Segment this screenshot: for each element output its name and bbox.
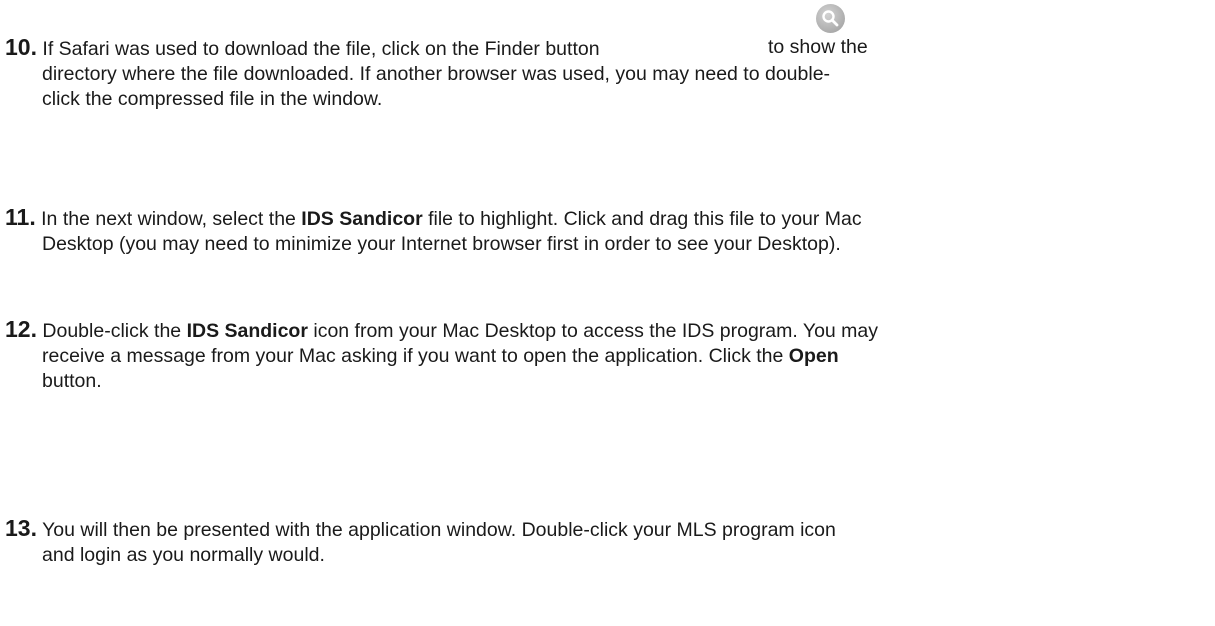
bold-term: IDS Sandicor bbox=[186, 320, 308, 342]
step-11-line-1: 11. In the next window, select the IDS S… bbox=[5, 205, 1205, 232]
step-number: 13. bbox=[5, 515, 37, 541]
bold-term: IDS Sandicor bbox=[301, 208, 423, 230]
step-10-line-1: 10. If Safari was used to download the f… bbox=[5, 35, 1205, 62]
step-11-line-2: Desktop (you may need to minimize your I… bbox=[42, 233, 841, 255]
step-10: 10. If Safari was used to download the f… bbox=[5, 35, 1205, 112]
step-12-line-2: receive a message from your Mac asking i… bbox=[5, 344, 1205, 369]
step-text: If Safari was used to download the file,… bbox=[42, 38, 600, 60]
step-13-line-1: 13. You will then be presented with the … bbox=[5, 516, 1205, 543]
step-text: icon from your Mac Desktop to access the… bbox=[307, 320, 879, 342]
step-number: 11. bbox=[5, 204, 36, 230]
step-text: You will then be presented with the appl… bbox=[42, 519, 836, 541]
magnifier-icon bbox=[816, 4, 845, 33]
step-10-line-2: directory where the file downloaded. If … bbox=[42, 63, 831, 85]
step-number: 12. bbox=[5, 316, 37, 342]
step-13-line-2: and login as you normally would. bbox=[42, 544, 325, 566]
step-text: receive a message from your Mac asking i… bbox=[42, 345, 789, 367]
step-13: 13. You will then be presented with the … bbox=[5, 516, 1205, 568]
step-10-line-1-tail: to show the bbox=[768, 36, 868, 58]
step-number: 10. bbox=[5, 34, 37, 60]
step-text: Double-click the bbox=[42, 320, 187, 342]
bold-term: Open bbox=[788, 345, 839, 367]
step-text: In the next window, select the bbox=[41, 208, 302, 230]
instructions-page: { "steps": [ { "number": "10.", "line1_b… bbox=[0, 0, 1215, 626]
step-text: file to highlight. Click and drag this f… bbox=[422, 208, 862, 230]
step-12-line-3: button. bbox=[42, 370, 102, 392]
step-10-line-3: click the compressed file in the window. bbox=[42, 88, 383, 110]
step-12: 12. Double-click the IDS Sandicor icon f… bbox=[5, 317, 1205, 394]
step-11: 11. In the next window, select the IDS S… bbox=[5, 205, 1205, 257]
step-12-line-1: 12. Double-click the IDS Sandicor icon f… bbox=[5, 317, 1205, 344]
